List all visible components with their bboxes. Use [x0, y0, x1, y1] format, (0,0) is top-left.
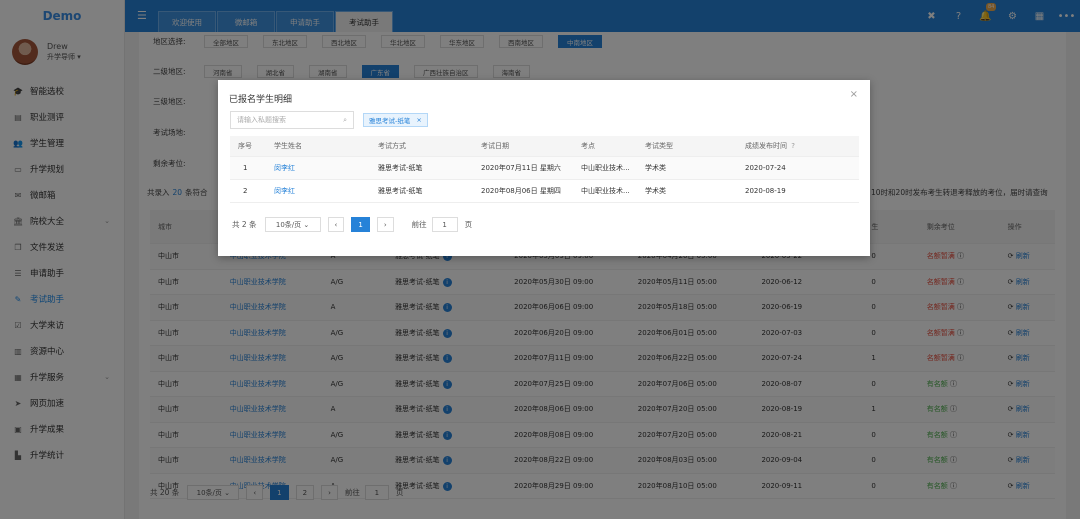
- type-text: 学术类: [645, 164, 666, 172]
- name-text[interactable]: 闵李红: [274, 187, 295, 195]
- name-text[interactable]: 闵李红: [274, 164, 295, 172]
- method-cell: 雅思考试-纸笔: [370, 186, 473, 196]
- no-cell: 1: [230, 164, 266, 172]
- dialog-table-row: 1 闵李红 雅思考试-纸笔 2020年07月11日 星期六 中山职业技术... 学术类 20…: [230, 157, 859, 180]
- search-icon[interactable]: ⌕: [343, 116, 347, 125]
- place-cell: 中山职业技术...: [573, 163, 637, 173]
- date-cell: 2020年08月06日 星期四: [473, 186, 573, 196]
- date-text: 2020年07月11日 星期六: [481, 164, 561, 172]
- place-cell: 中山职业技术...: [573, 186, 637, 196]
- dialog-goto-label: 前往: [411, 220, 427, 229]
- dialog-total: 共 2 条: [232, 220, 257, 229]
- student-search-input[interactable]: 请输入私题搜索 ⌕: [230, 111, 354, 129]
- dialog-per-page-select[interactable]: 10条/页 ⌄: [264, 217, 321, 232]
- column-header: 考试类型: [645, 142, 673, 150]
- help-icon: ?: [789, 142, 795, 150]
- no-text: 2: [243, 187, 248, 195]
- dialog-page-1[interactable]: 1: [351, 217, 370, 232]
- dialog-prev-page-button[interactable]: ‹: [327, 217, 345, 232]
- column-header: 成绩发布时间 ?: [745, 142, 795, 150]
- no-cell: 2: [230, 187, 266, 195]
- release-cell: 2020-07-24: [737, 164, 859, 172]
- column-header: 考点: [581, 142, 595, 150]
- place-text: 中山职业技术...: [581, 164, 630, 172]
- column-header: 考试方式: [378, 142, 406, 150]
- dialog-pagination: 共 2 条 10条/页 ⌄ ‹ 1 › 前往 1 页: [232, 217, 472, 232]
- place-text: 中山职业技术...: [581, 187, 630, 195]
- type-cell: 学术类: [637, 163, 737, 173]
- exam-filter-tag: 雅思考试-纸笔 ×: [363, 113, 428, 127]
- column-header: 学生姓名: [274, 142, 302, 150]
- column-header: 序号: [238, 142, 252, 150]
- release-text: 2020-07-24: [745, 164, 786, 172]
- date-text: 2020年08月06日 星期四: [481, 187, 561, 195]
- date-cell: 2020年07月11日 星期六: [473, 163, 573, 173]
- column-header: 考试日期: [481, 142, 509, 150]
- method-text: 雅思考试-纸笔: [378, 164, 423, 172]
- no-text: 1: [243, 164, 248, 172]
- tag-close-icon[interactable]: ×: [416, 116, 421, 124]
- dialog-goto-suffix: 页: [464, 220, 473, 229]
- dialog-title: 已报名学生明细: [229, 95, 293, 105]
- release-cell: 2020-08-19: [737, 187, 859, 195]
- name-cell[interactable]: 闵李红: [266, 163, 370, 173]
- name-cell[interactable]: 闵李红: [266, 186, 370, 196]
- method-text: 雅思考试-纸笔: [378, 187, 423, 195]
- close-icon[interactable]: ×: [850, 89, 858, 100]
- dialog-goto-input[interactable]: 1: [431, 217, 458, 232]
- release-text: 2020-08-19: [745, 187, 786, 195]
- dialog-next-page-button[interactable]: ›: [376, 217, 394, 232]
- modal-overlay[interactable]: [0, 0, 1080, 519]
- type-text: 学术类: [645, 187, 666, 195]
- student-table: 序号 学生姓名 考试方式 考试日期 考点 考试类型 成绩发布时间 ? 1 闵李红 雅思考试-纸笔 2…: [230, 136, 859, 203]
- type-cell: 学术类: [637, 186, 737, 196]
- registered-students-dialog: 已报名学生明细 × 请输入私题搜索 ⌕ 雅思考试-纸笔 × 序号 学生姓名 考试方式…: [218, 80, 870, 256]
- dialog-table-row: 2 闵李红 雅思考试-纸笔 2020年08月06日 星期四 中山职业技术... 学术类 20…: [230, 180, 859, 203]
- dialog-header-row: 序号 学生姓名 考试方式 考试日期 考点 考试类型 成绩发布时间 ?: [230, 136, 859, 157]
- method-cell: 雅思考试-纸笔: [370, 163, 473, 173]
